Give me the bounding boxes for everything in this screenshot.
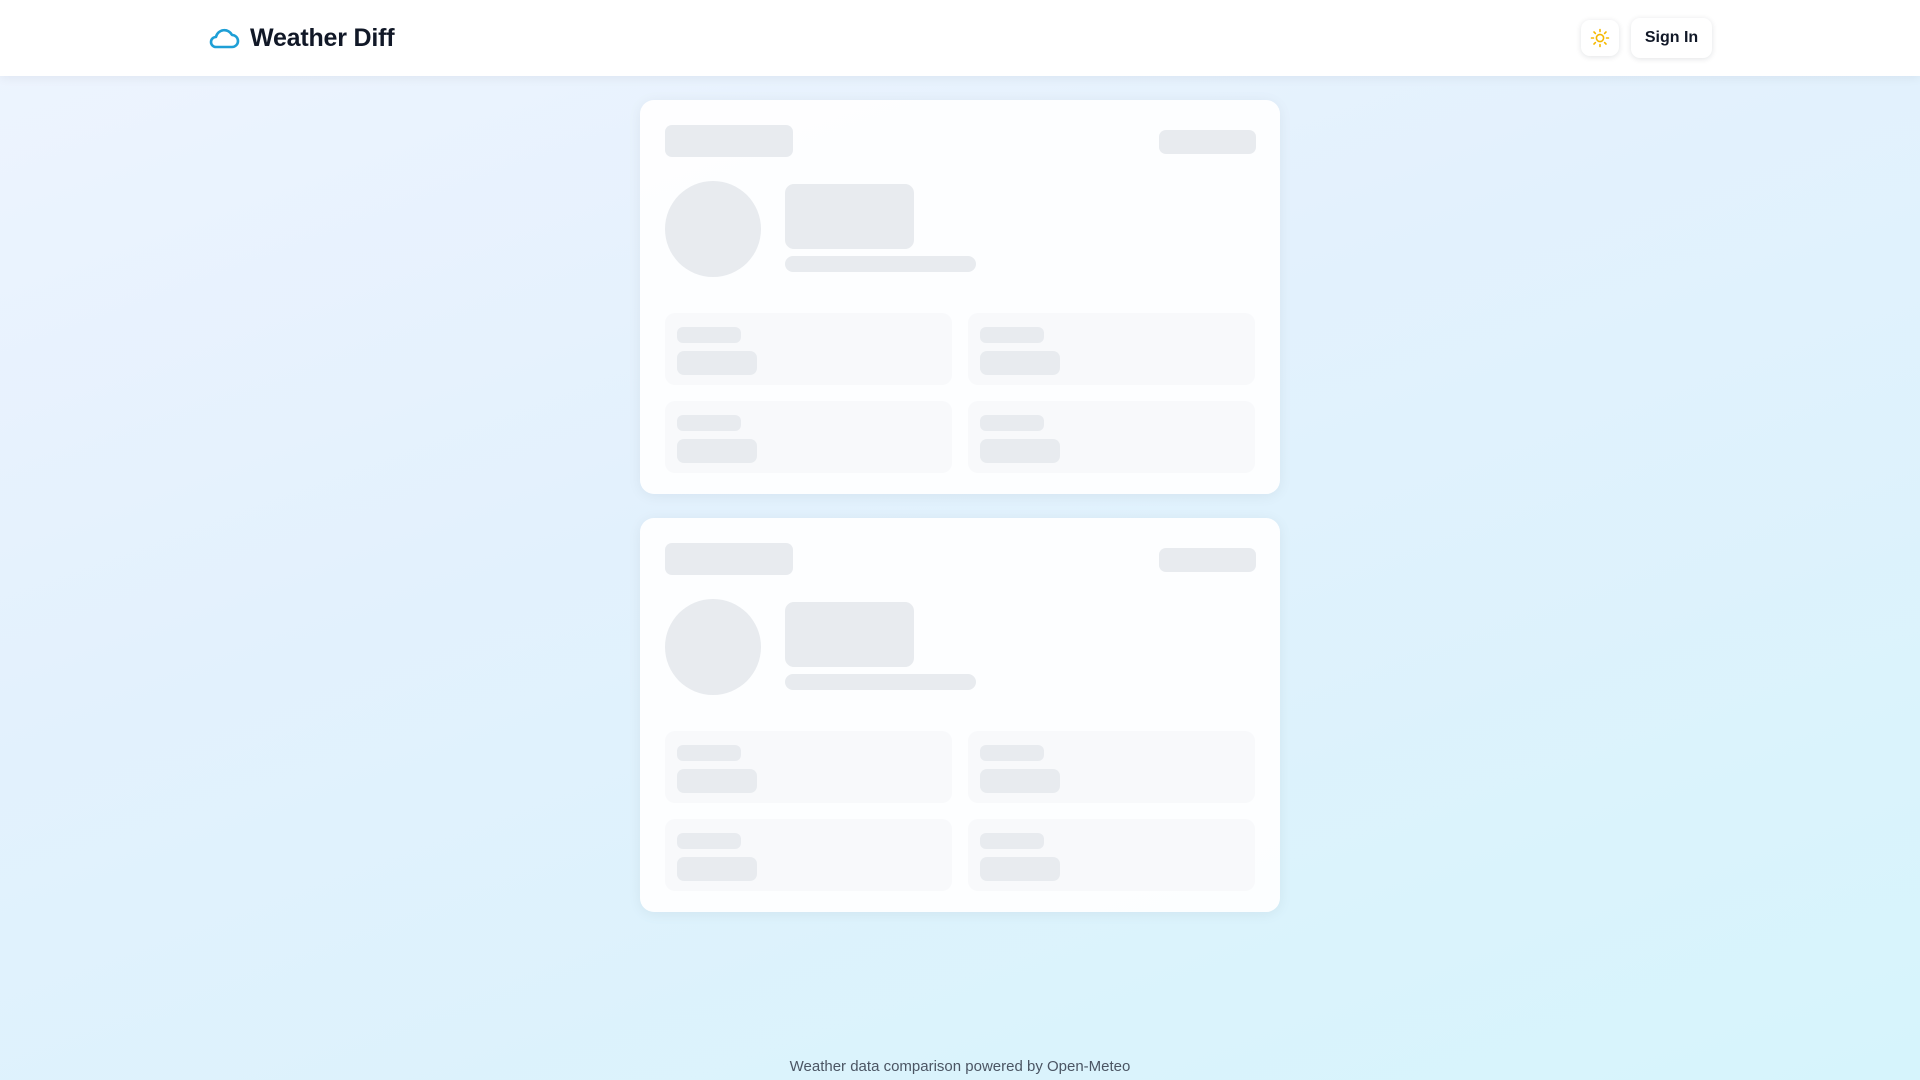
metric-label-placeholder	[677, 833, 741, 849]
metric-value-placeholder	[677, 351, 757, 375]
temperature-placeholder	[785, 184, 914, 249]
brand[interactable]: Weather Diff	[208, 20, 395, 56]
sign-in-button[interactable]: Sign In	[1631, 18, 1712, 58]
temperature-placeholder	[785, 602, 914, 667]
sun-icon	[1590, 28, 1610, 48]
metric-value-placeholder	[677, 439, 757, 463]
metric-tile-placeholder	[665, 731, 952, 803]
metric-tile-placeholder	[968, 819, 1255, 891]
source-badge-placeholder	[1159, 130, 1256, 154]
metric-label-placeholder	[677, 327, 741, 343]
metric-label-placeholder	[980, 415, 1044, 431]
condition-text-placeholder	[785, 674, 976, 690]
metric-tile-placeholder	[665, 819, 952, 891]
metric-value-placeholder	[980, 351, 1060, 375]
theme-toggle-button[interactable]	[1581, 20, 1619, 56]
metric-tile-placeholder	[968, 313, 1255, 385]
metric-value-placeholder	[980, 857, 1060, 881]
footer-attribution: Weather data comparison powered by Open-…	[789, 1058, 1131, 1075]
top-navbar: Weather Diff Sign In	[0, 0, 1920, 76]
location-title-placeholder	[665, 125, 793, 157]
metric-value-placeholder	[980, 769, 1060, 793]
metric-value-placeholder	[677, 857, 757, 881]
cloud-icon	[209, 28, 240, 49]
location-title-placeholder	[665, 543, 793, 575]
weather-card-skeleton	[640, 518, 1280, 912]
metric-label-placeholder	[980, 327, 1044, 343]
metric-value-placeholder	[677, 769, 757, 793]
metric-value-placeholder	[980, 439, 1060, 463]
metric-label-placeholder	[980, 745, 1044, 761]
weather-icon-placeholder	[665, 181, 761, 277]
metric-tile-placeholder	[665, 313, 952, 385]
weather-card-skeleton	[640, 100, 1280, 494]
source-badge-placeholder	[1159, 548, 1256, 572]
metric-tile-placeholder	[968, 401, 1255, 473]
metric-tile-placeholder	[968, 731, 1255, 803]
metric-label-placeholder	[677, 415, 741, 431]
metric-label-placeholder	[980, 833, 1044, 849]
condition-text-placeholder	[785, 256, 976, 272]
weather-icon-placeholder	[665, 599, 761, 695]
app-title: Weather Diff	[250, 23, 395, 52]
metric-label-placeholder	[677, 745, 741, 761]
metric-tile-placeholder	[665, 401, 952, 473]
